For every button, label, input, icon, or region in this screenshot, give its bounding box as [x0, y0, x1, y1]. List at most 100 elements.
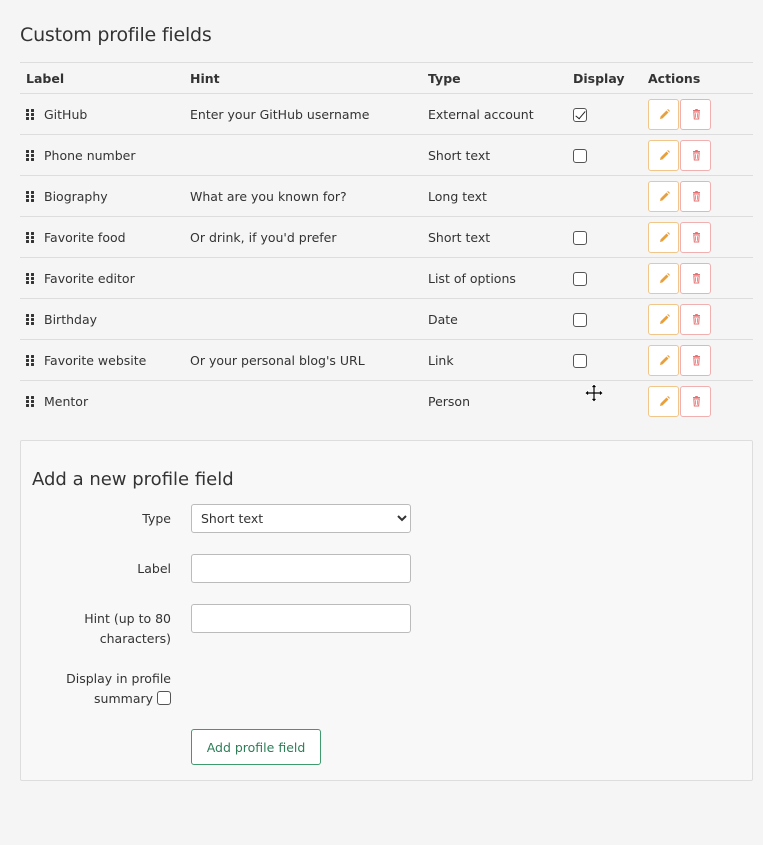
delete-field-button[interactable]	[680, 262, 711, 294]
field-label: Favorite website	[44, 352, 147, 368]
label-label: Label	[137, 561, 171, 576]
field-actions-cell	[648, 257, 753, 299]
edit-field-button[interactable]	[648, 385, 679, 417]
drag-handle-icon[interactable]	[26, 313, 35, 325]
table-row: Favorite food Or drink, if you'd prefer Sh…	[20, 216, 753, 258]
hint-label: Hint (up to 80 characters)	[21, 609, 171, 649]
drag-handle-icon[interactable]	[26, 395, 35, 407]
header-display: Display	[573, 62, 648, 94]
pencil-icon	[660, 395, 670, 406]
field-hint	[190, 257, 428, 299]
field-display-cell	[573, 257, 648, 299]
field-label-cell: Birthday	[20, 298, 190, 340]
display-checkbox[interactable]	[573, 107, 587, 122]
header-actions: Actions	[648, 62, 753, 94]
display-checkbox[interactable]	[573, 148, 587, 163]
edit-field-button[interactable]	[648, 139, 679, 171]
edit-field-button[interactable]	[648, 262, 679, 294]
field-actions-cell	[648, 134, 753, 176]
header-type: Type	[428, 62, 573, 94]
field-label: Phone number	[44, 147, 136, 163]
hint-label-line1: Hint (up to 80	[84, 611, 171, 626]
display-summary-checkbox[interactable]	[157, 691, 171, 705]
edit-field-button[interactable]	[648, 180, 679, 212]
drag-handle-icon[interactable]	[26, 108, 35, 120]
add-field-panel: Add a new profile field Type Short text …	[20, 440, 753, 781]
delete-field-button[interactable]	[680, 221, 711, 253]
table-row: Favorite editor List of options	[20, 257, 753, 299]
pencil-icon	[660, 108, 670, 119]
field-display-cell	[573, 216, 648, 258]
trash-icon	[693, 108, 700, 119]
field-type: Person	[428, 393, 471, 409]
hint-input[interactable]	[191, 604, 411, 633]
field-hint: What are you known for?	[190, 175, 428, 217]
trash-icon	[693, 313, 700, 324]
drag-handle-icon[interactable]	[26, 231, 35, 243]
type-select[interactable]: Short text	[191, 504, 411, 533]
delete-field-button[interactable]	[680, 303, 711, 335]
field-type: List of options	[428, 257, 573, 299]
display-label-line1: Display in profile	[66, 671, 171, 686]
display-label-line2: summary	[94, 691, 154, 706]
field-hint	[190, 381, 428, 422]
pencil-icon	[660, 149, 670, 160]
delete-field-button[interactable]	[680, 385, 711, 417]
table-row: Phone number Short text	[20, 134, 753, 176]
field-label-cell: GitHub	[20, 93, 190, 135]
edit-field-button[interactable]	[648, 303, 679, 335]
hint-label-line2: characters)	[99, 631, 171, 646]
drag-handle-icon[interactable]	[26, 354, 35, 366]
display-checkbox[interactable]	[573, 271, 587, 286]
display-checkbox[interactable]	[573, 312, 587, 327]
edit-field-button[interactable]	[648, 221, 679, 253]
label-input[interactable]	[191, 554, 411, 583]
table-row: Favorite website Or your personal blog's …	[20, 339, 753, 381]
field-label: Biography	[44, 188, 108, 204]
table-row: Mentor Person	[20, 381, 753, 422]
table-row: Birthday Date	[20, 298, 753, 340]
field-hint	[190, 298, 428, 340]
trash-icon	[693, 272, 700, 283]
edit-field-button[interactable]	[648, 98, 679, 130]
field-actions-cell	[648, 339, 753, 381]
drag-handle-icon[interactable]	[26, 190, 35, 202]
display-checkbox[interactable]	[573, 353, 587, 368]
field-hint: Or your personal blog's URL	[190, 339, 428, 381]
profile-fields-table: Label Hint Type Display Actions GitHub En…	[20, 62, 753, 421]
table-row: GitHub Enter your GitHub username External…	[20, 93, 753, 135]
field-type: Long text	[428, 175, 573, 217]
delete-field-button[interactable]	[680, 139, 711, 171]
field-label-cell: Favorite food	[20, 216, 190, 258]
display-checkbox[interactable]	[573, 230, 587, 245]
field-display-cell	[573, 134, 648, 176]
field-label: GitHub	[44, 106, 88, 122]
field-label-cell: Biography	[20, 175, 190, 217]
field-display-cell	[573, 175, 648, 217]
settings-page: Custom profile fields Label Hint Type Di…	[0, 0, 763, 845]
trash-icon	[693, 395, 700, 406]
edit-field-button[interactable]	[648, 344, 679, 376]
header-label: Label	[20, 62, 190, 94]
table-header-row: Label Hint Type Display Actions	[20, 62, 753, 94]
field-hint: Or drink, if you'd prefer	[190, 216, 428, 258]
delete-field-button[interactable]	[680, 98, 711, 130]
field-label: Mentor	[44, 393, 89, 409]
drag-handle-icon[interactable]	[26, 149, 35, 161]
field-label-cell: Favorite editor	[20, 257, 190, 299]
field-type: Short text	[428, 216, 573, 258]
field-display-cell	[573, 339, 648, 381]
page-title: Custom profile fields	[20, 24, 212, 46]
trash-icon	[693, 190, 700, 201]
field-type: Link	[428, 339, 573, 381]
pencil-icon	[660, 354, 670, 365]
delete-field-button[interactable]	[680, 180, 711, 212]
field-actions-cell	[648, 298, 753, 340]
field-actions-cell	[648, 175, 753, 217]
display-summary-label: Display in profile summary	[21, 669, 171, 709]
delete-field-button[interactable]	[680, 344, 711, 376]
add-profile-field-button[interactable]: Add profile field	[191, 729, 321, 765]
drag-handle-icon[interactable]	[26, 272, 35, 284]
field-type: External account	[428, 93, 573, 135]
trash-icon	[693, 149, 700, 160]
